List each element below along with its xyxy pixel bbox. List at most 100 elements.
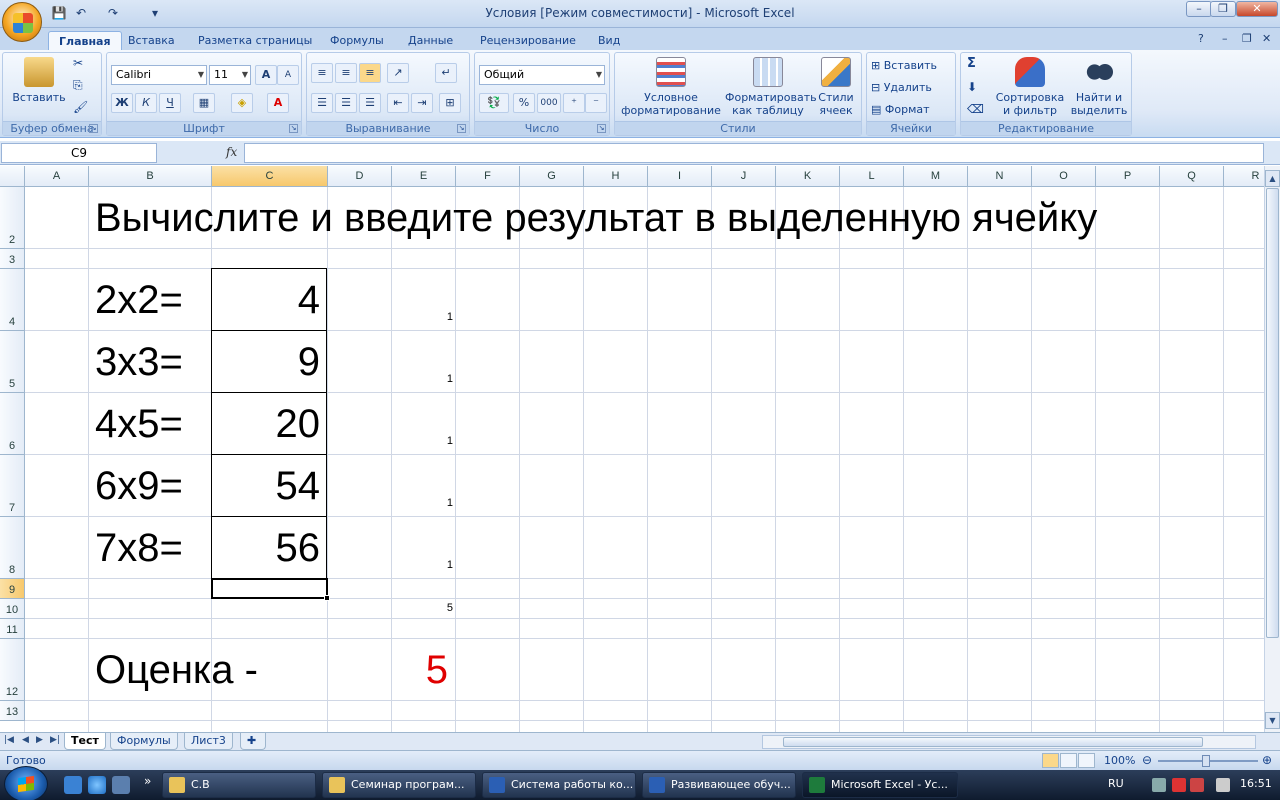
decrease-indent-icon[interactable]: ⇤	[387, 93, 409, 113]
format-painter-icon[interactable]: 🖌	[73, 101, 88, 114]
tab-review[interactable]: Рецензирование	[470, 31, 586, 50]
column-header-l[interactable]: L	[840, 166, 904, 187]
row-header-8[interactable]: 8	[0, 517, 25, 579]
insert-cells-button[interactable]: ⊞ Вставить	[871, 59, 937, 72]
prev-sheet-icon[interactable]: ◀	[22, 735, 29, 745]
taskbar-item-system[interactable]: Система работы ко...	[482, 772, 636, 798]
cell-styles-button[interactable]: Стили ячеек	[813, 57, 859, 117]
next-sheet-icon[interactable]: ▶	[36, 735, 43, 745]
office-button[interactable]	[2, 2, 42, 42]
fill-handle[interactable]	[324, 595, 330, 601]
horizontal-scrollbar[interactable]	[762, 735, 1256, 749]
align-right-icon[interactable]: ☰	[359, 93, 381, 113]
zoom-slider-knob[interactable]	[1202, 755, 1210, 767]
grow-font-button[interactable]: A	[255, 65, 277, 85]
show-desktop-icon[interactable]	[64, 776, 82, 794]
clear-icon[interactable]: ⌫	[967, 103, 984, 116]
increase-indent-icon[interactable]: ⇥	[411, 93, 433, 113]
autosum-button[interactable]: Σ	[967, 57, 976, 70]
shrink-font-button[interactable]: A	[277, 65, 299, 85]
align-middle-icon[interactable]: ≡	[335, 63, 357, 83]
tab-view[interactable]: Вид	[588, 31, 630, 50]
column-header-r[interactable]: R	[1224, 166, 1264, 187]
tab-data[interactable]: Данные	[398, 31, 463, 50]
column-header-p[interactable]: P	[1096, 166, 1160, 187]
quick-launch-more-icon[interactable]: »	[144, 774, 151, 788]
column-header-m[interactable]: M	[904, 166, 968, 187]
font-size-select[interactable]: 11 ▼	[209, 65, 251, 85]
worksheet-grid[interactable]: A B C D E F G H I J K L M N O P Q R 2 3 4 5 6 7 8 9 10 11 12 13 Вычисл…	[0, 166, 1264, 732]
sheet-tab-formulas[interactable]: Формулы	[110, 733, 178, 750]
column-header-j[interactable]: J	[712, 166, 776, 187]
font-color-icon[interactable]: A	[267, 93, 289, 113]
column-header-o[interactable]: O	[1032, 166, 1096, 187]
bold-button[interactable]: Ж	[111, 93, 133, 113]
number-launcher-icon[interactable]: ↘	[597, 124, 606, 133]
minimize-button[interactable]: –	[1186, 1, 1212, 17]
scroll-up-icon[interactable]: ▲	[1265, 170, 1280, 187]
doc-close-icon[interactable]: ✕	[1262, 32, 1271, 45]
column-header-f[interactable]: F	[456, 166, 520, 187]
vertical-scroll-thumb[interactable]	[1266, 188, 1279, 638]
copy-icon[interactable]: ⎘	[73, 79, 83, 92]
format-cells-button[interactable]: ▤ Формат	[871, 103, 930, 116]
row-header-9[interactable]: 9	[0, 579, 25, 599]
page-break-view-icon[interactable]	[1078, 753, 1095, 768]
merge-cells-icon[interactable]: ⊞	[439, 93, 461, 113]
page-layout-view-icon[interactable]	[1060, 753, 1077, 768]
row-header-7[interactable]: 7	[0, 455, 25, 517]
alignment-launcher-icon[interactable]: ↘	[457, 124, 466, 133]
font-launcher-icon[interactable]: ↘	[289, 124, 298, 133]
window-switch-icon[interactable]	[112, 776, 130, 794]
taskbar-item-seminar[interactable]: Семинар програм...	[322, 772, 476, 798]
sheet-tab-sheet3[interactable]: Лист3	[184, 733, 233, 750]
internet-explorer-icon[interactable]	[88, 776, 106, 794]
normal-view-icon[interactable]	[1042, 753, 1059, 768]
orientation-icon[interactable]: ↗	[387, 63, 409, 83]
tray-arrow-icon[interactable]	[1152, 778, 1166, 792]
column-header-i[interactable]: I	[648, 166, 712, 187]
power-icon[interactable]	[1216, 778, 1230, 792]
column-header-d[interactable]: D	[328, 166, 392, 187]
column-header-q[interactable]: Q	[1160, 166, 1224, 187]
antivirus-icon[interactable]	[1172, 778, 1186, 792]
cut-icon[interactable]: ✂	[73, 57, 83, 70]
first-sheet-icon[interactable]: |◀	[4, 735, 14, 745]
font-name-select[interactable]: Calibri ▼	[111, 65, 207, 85]
fill-color-icon[interactable]: ◈	[231, 93, 253, 113]
row-header-6[interactable]: 6	[0, 393, 25, 455]
zoom-level[interactable]: 100%	[1104, 754, 1135, 767]
row-header-3[interactable]: 3	[0, 249, 25, 269]
help-icon[interactable]: ?	[1198, 32, 1204, 45]
taskbar-item-sv[interactable]: С.В	[162, 772, 316, 798]
format-as-table-button[interactable]: Форматировать как таблицу	[725, 57, 817, 117]
wrap-text-icon[interactable]: ↵	[435, 63, 457, 83]
sheet-tab-test[interactable]: Тест	[64, 733, 106, 750]
last-sheet-icon[interactable]: ▶|	[50, 735, 60, 745]
align-top-icon[interactable]: ≡	[311, 63, 333, 83]
tab-formulas[interactable]: Формулы	[320, 31, 394, 50]
formula-input[interactable]	[244, 143, 1264, 163]
align-center-icon[interactable]: ☰	[335, 93, 357, 113]
language-indicator[interactable]: RU	[1108, 777, 1124, 790]
column-header-c[interactable]: C	[212, 166, 328, 187]
name-box[interactable]: C9	[1, 143, 157, 163]
column-header-h[interactable]: H	[584, 166, 648, 187]
tab-home[interactable]: Главная	[48, 31, 122, 50]
increase-decimal-icon[interactable]: ⁺	[563, 93, 585, 113]
underline-button[interactable]: Ч	[159, 93, 181, 113]
active-cell-c9[interactable]	[211, 578, 328, 599]
column-header-g[interactable]: G	[520, 166, 584, 187]
column-header-e[interactable]: E	[392, 166, 456, 187]
doc-minimize-icon[interactable]: –	[1222, 32, 1228, 45]
row-header-11[interactable]: 11	[0, 619, 25, 639]
scroll-down-icon[interactable]: ▼	[1265, 712, 1280, 729]
clipboard-launcher-icon[interactable]: ↘	[89, 124, 98, 133]
restore-button[interactable]: ❐	[1210, 1, 1236, 17]
column-header-b[interactable]: B	[89, 166, 212, 187]
fill-icon[interactable]: ⬇	[967, 81, 977, 94]
number-format-select[interactable]: Общий ▼	[479, 65, 605, 85]
row-header-10[interactable]: 10	[0, 599, 25, 619]
insert-sheet-icon[interactable]: ✚	[240, 733, 266, 750]
italic-button[interactable]: К	[135, 93, 157, 113]
